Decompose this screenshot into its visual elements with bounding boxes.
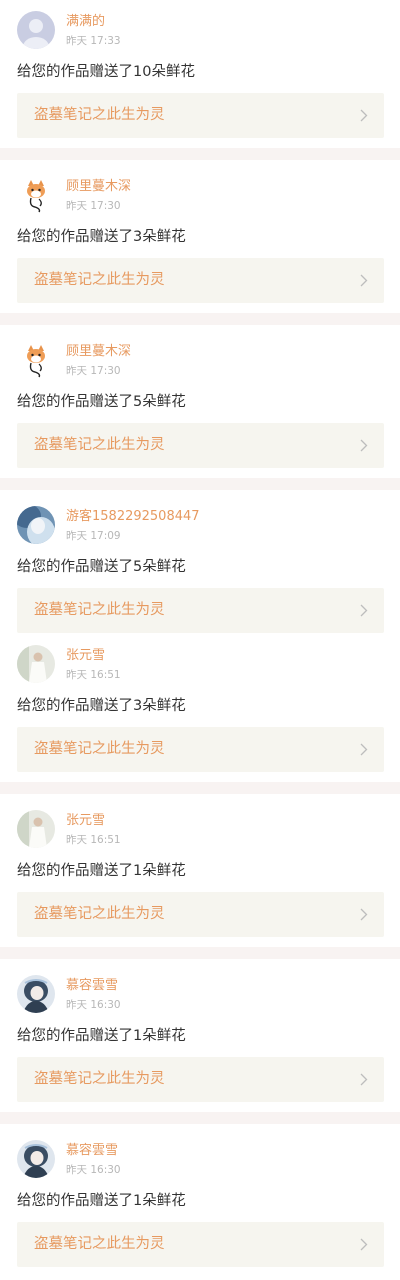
gift-message: 给您的作品赠送了10朵鲜花 bbox=[17, 64, 195, 80]
chevron-right-icon bbox=[360, 908, 368, 921]
chevron-right-icon bbox=[360, 1073, 368, 1086]
work-link-button[interactable]: 盗墓笔记之此生为灵 bbox=[17, 93, 384, 138]
work-title: 盗墓笔记之此生为灵 bbox=[34, 1236, 165, 1252]
timestamp: 昨天 17:30 bbox=[66, 365, 121, 377]
timestamp: 昨天 16:30 bbox=[66, 999, 121, 1011]
work-title: 盗墓笔记之此生为灵 bbox=[34, 602, 165, 618]
chevron-right-icon bbox=[360, 274, 368, 287]
username[interactable]: 张元雪 bbox=[66, 813, 105, 829]
blue-photo-avatar[interactable] bbox=[17, 506, 55, 544]
default-avatar[interactable] bbox=[17, 11, 55, 49]
timestamp: 昨天 16:51 bbox=[66, 834, 121, 846]
white-dress-photo-avatar[interactable] bbox=[17, 645, 55, 683]
work-link-button[interactable]: 盗墓笔记之此生为灵 bbox=[17, 258, 384, 303]
work-title: 盗墓笔记之此生为灵 bbox=[34, 107, 165, 123]
username[interactable]: 顾里蔓木深 bbox=[66, 344, 131, 360]
username[interactable]: 游客1582292508447 bbox=[66, 509, 200, 525]
gift-message: 给您的作品赠送了3朵鲜花 bbox=[17, 698, 186, 714]
white-dress-photo-avatar[interactable] bbox=[17, 810, 55, 848]
gift-message: 给您的作品赠送了5朵鲜花 bbox=[17, 559, 186, 575]
cartoon-fox-avatar[interactable] bbox=[17, 341, 55, 379]
chevron-right-icon bbox=[360, 1238, 368, 1251]
chevron-right-icon bbox=[360, 743, 368, 756]
timestamp: 昨天 17:30 bbox=[66, 200, 121, 212]
timestamp: 昨天 17:09 bbox=[66, 530, 121, 542]
work-link-button[interactable]: 盗墓笔记之此生为灵 bbox=[17, 423, 384, 468]
timestamp: 昨天 16:51 bbox=[66, 669, 121, 681]
username[interactable]: 慕容雲雪 bbox=[66, 1143, 118, 1159]
anime-girl-avatar[interactable] bbox=[17, 975, 55, 1013]
work-link-button[interactable]: 盗墓笔记之此生为灵 bbox=[17, 1222, 384, 1267]
username[interactable]: 顾里蔓木深 bbox=[66, 179, 131, 195]
anime-girl-avatar[interactable] bbox=[17, 1140, 55, 1178]
username[interactable]: 张元雪 bbox=[66, 648, 105, 664]
username[interactable]: 满满的 bbox=[66, 14, 105, 30]
chevron-right-icon bbox=[360, 439, 368, 452]
work-title: 盗墓笔记之此生为灵 bbox=[34, 272, 165, 288]
work-title: 盗墓笔记之此生为灵 bbox=[34, 1071, 165, 1087]
chevron-right-icon bbox=[360, 604, 368, 617]
work-link-button[interactable]: 盗墓笔记之此生为灵 bbox=[17, 588, 384, 633]
username[interactable]: 慕容雲雪 bbox=[66, 978, 118, 994]
work-link-button[interactable]: 盗墓笔记之此生为灵 bbox=[17, 892, 384, 937]
timestamp: 昨天 16:30 bbox=[66, 1164, 121, 1176]
gift-message: 给您的作品赠送了1朵鲜花 bbox=[17, 1028, 186, 1044]
chevron-right-icon bbox=[360, 109, 368, 122]
work-link-button[interactable]: 盗墓笔记之此生为灵 bbox=[17, 1057, 384, 1102]
cartoon-fox-avatar[interactable] bbox=[17, 176, 55, 214]
work-title: 盗墓笔记之此生为灵 bbox=[34, 437, 165, 453]
gift-message: 给您的作品赠送了5朵鲜花 bbox=[17, 394, 186, 410]
timestamp: 昨天 17:33 bbox=[66, 35, 121, 47]
work-title: 盗墓笔记之此生为灵 bbox=[34, 906, 165, 922]
gift-message: 给您的作品赠送了1朵鲜花 bbox=[17, 1193, 186, 1209]
work-title: 盗墓笔记之此生为灵 bbox=[34, 741, 165, 757]
work-link-button[interactable]: 盗墓笔记之此生为灵 bbox=[17, 727, 384, 772]
gift-message: 给您的作品赠送了1朵鲜花 bbox=[17, 863, 186, 879]
gift-message: 给您的作品赠送了3朵鲜花 bbox=[17, 229, 186, 245]
